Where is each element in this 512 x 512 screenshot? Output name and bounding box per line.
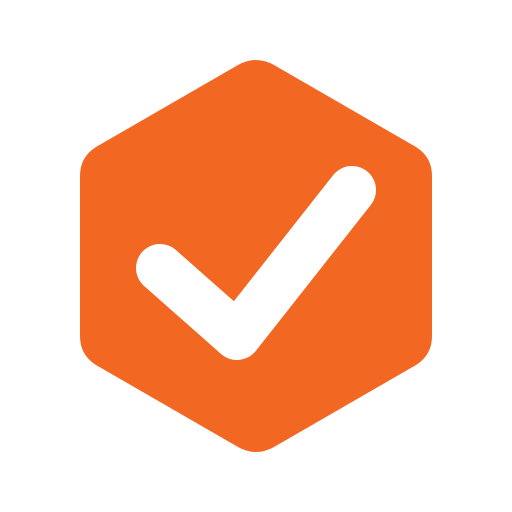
hexagon-checkmark-icon <box>80 60 432 452</box>
hexagon-shape <box>80 60 432 452</box>
icon-canvas <box>0 0 512 512</box>
